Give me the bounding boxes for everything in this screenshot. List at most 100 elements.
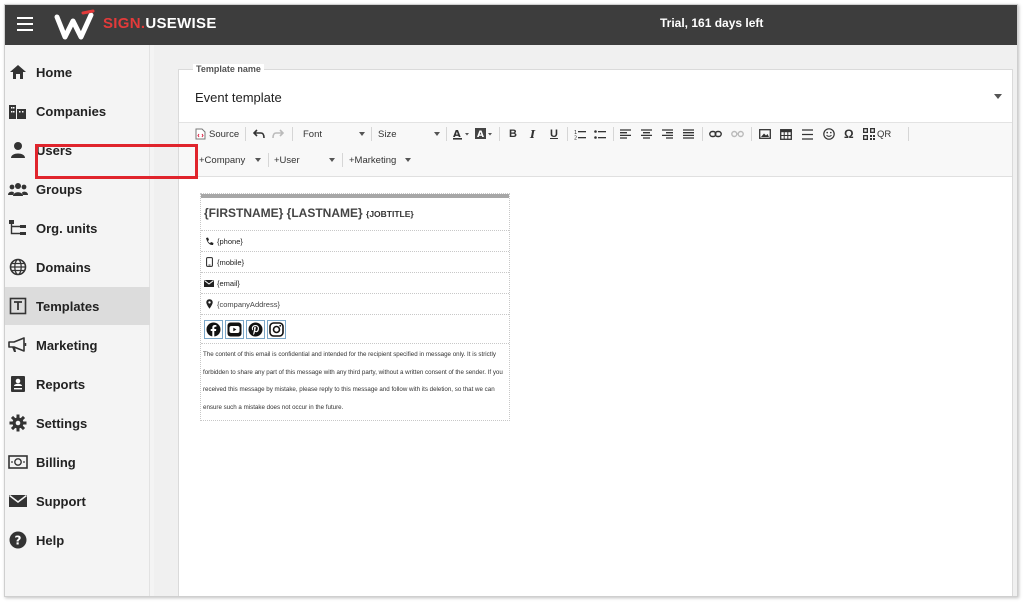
text-color-button[interactable]: A <box>452 126 472 142</box>
link-icon <box>709 130 722 138</box>
youtube-icon[interactable] <box>225 319 244 339</box>
align-left-button[interactable] <box>620 126 631 142</box>
company-fields-dropdown[interactable]: +Company <box>199 152 261 168</box>
menu-icon[interactable] <box>17 17 33 31</box>
unlink-button[interactable] <box>731 126 744 142</box>
user-label: +User <box>274 154 300 166</box>
pinterest-icon[interactable] <box>246 319 265 339</box>
underline-icon: U <box>550 128 558 140</box>
instagram-icon[interactable] <box>267 319 286 339</box>
justify-icon <box>683 129 694 139</box>
bullet-list-button[interactable] <box>594 126 606 142</box>
chevron-down-icon <box>359 132 365 136</box>
undo-button[interactable] <box>253 126 265 142</box>
main-content: Template name Event template Source Font <box>154 45 1017 596</box>
size-select[interactable]: Size <box>378 126 440 142</box>
bullet-list-icon <box>594 129 606 139</box>
highlight-box <box>35 144 198 179</box>
logo-icon <box>54 9 95 40</box>
globe-icon <box>8 257 28 277</box>
svg-text:?: ? <box>15 534 22 548</box>
qr-code-icon <box>863 128 875 140</box>
signature-phone-row: {phone} <box>201 230 509 251</box>
align-right-button[interactable] <box>662 126 673 142</box>
sidebar-item-settings[interactable]: Settings <box>5 404 150 442</box>
mobile-icon <box>204 257 214 267</box>
justify-button[interactable] <box>683 126 694 142</box>
signature-jobtitle: {JOBTITLE} <box>366 209 414 219</box>
org-units-icon <box>8 218 28 238</box>
link-button[interactable] <box>709 126 722 142</box>
chevron-down-icon <box>329 158 335 162</box>
emoji-button[interactable] <box>823 126 835 142</box>
phone-icon <box>204 236 214 246</box>
sidebar-item-billing[interactable]: Billing <box>5 443 150 481</box>
image-icon <box>759 129 771 139</box>
underline-button[interactable]: U <box>550 126 558 142</box>
background-color-icon: A <box>475 128 492 140</box>
background-color-button[interactable]: A <box>475 126 495 142</box>
location-pin-icon <box>204 299 214 309</box>
sidebar-item-domains[interactable]: Domains <box>5 248 150 286</box>
sidebar-item-marketing[interactable]: Marketing <box>5 326 150 364</box>
font-select[interactable]: Font <box>303 126 365 142</box>
sidebar-item-reports[interactable]: Reports <box>5 365 150 403</box>
image-button[interactable] <box>759 126 771 142</box>
special-character-button[interactable]: Ω <box>844 126 854 142</box>
editor-canvas[interactable]: {FIRSTNAME} {LASTNAME} {JOBTITLE} {phone… <box>179 178 1012 596</box>
sidebar-item-home[interactable]: Home <box>5 53 150 91</box>
table-button[interactable] <box>780 126 792 142</box>
brand-name: SIGN.USEWISE <box>103 15 217 32</box>
template-icon <box>8 296 28 316</box>
sidebar-item-org-units[interactable]: Org. units <box>5 209 150 247</box>
facebook-icon[interactable] <box>204 319 223 339</box>
italic-button[interactable]: I <box>530 126 535 142</box>
envelope-icon <box>204 278 214 288</box>
sidebar-item-support[interactable]: Support <box>5 482 150 520</box>
omega-icon: Ω <box>844 127 854 141</box>
sidebar-item-templates[interactable]: Templates <box>5 287 150 325</box>
companies-icon <box>8 101 28 121</box>
bold-button[interactable]: B <box>509 126 517 142</box>
source-button[interactable]: Source <box>195 126 239 142</box>
brand-part-1: SIGN. <box>103 15 146 32</box>
home-icon <box>8 62 28 82</box>
groups-icon <box>8 179 28 199</box>
megaphone-icon <box>8 335 28 355</box>
sidebar-item-companies[interactable]: Companies <box>5 92 150 130</box>
gear-icon <box>8 413 28 433</box>
marketing-fields-dropdown[interactable]: +Marketing <box>349 152 411 168</box>
help-icon: ? <box>8 530 28 550</box>
chevron-down-icon[interactable] <box>994 94 1002 99</box>
sidebar-item-label: Companies <box>36 103 107 119</box>
billing-icon <box>8 452 28 472</box>
signature-address-row: {companyAddress} <box>201 293 509 314</box>
size-label: Size <box>378 128 397 140</box>
redo-button[interactable] <box>272 126 284 142</box>
user-icon <box>8 140 28 160</box>
mail-icon <box>8 491 28 511</box>
horizontal-line-button[interactable] <box>802 126 813 142</box>
user-fields-dropdown[interactable]: +User <box>274 152 335 168</box>
align-right-icon <box>662 129 673 139</box>
sidebar-item-label: Templates <box>36 298 100 314</box>
sidebar-item-label: Org. units <box>36 220 98 236</box>
italic-icon: I <box>530 127 536 141</box>
sidebar-item-label: Groups <box>36 181 83 197</box>
qr-button[interactable]: QR <box>863 126 891 142</box>
signature-preview: {FIRSTNAME} {LASTNAME} {JOBTITLE} {phone… <box>200 193 510 421</box>
signature-phone: {phone} <box>217 236 243 246</box>
sidebar-item-help[interactable]: ? Help <box>5 521 150 559</box>
source-label: Source <box>209 128 240 140</box>
chevron-down-icon <box>434 132 440 136</box>
template-name-select[interactable]: Event template <box>195 90 282 105</box>
signature-name: {FIRSTNAME} {LASTNAME} <box>204 206 363 220</box>
numbered-list-button[interactable]: 12 <box>574 126 586 142</box>
svg-text:A: A <box>477 130 484 140</box>
sidebar-item-label: Support <box>36 493 86 509</box>
trial-status: Trial, 161 days left <box>660 16 764 30</box>
sidebar-item-label: Help <box>36 532 65 548</box>
svg-text:2: 2 <box>574 135 577 140</box>
align-center-button[interactable] <box>641 126 652 142</box>
chevron-down-icon <box>255 158 261 162</box>
